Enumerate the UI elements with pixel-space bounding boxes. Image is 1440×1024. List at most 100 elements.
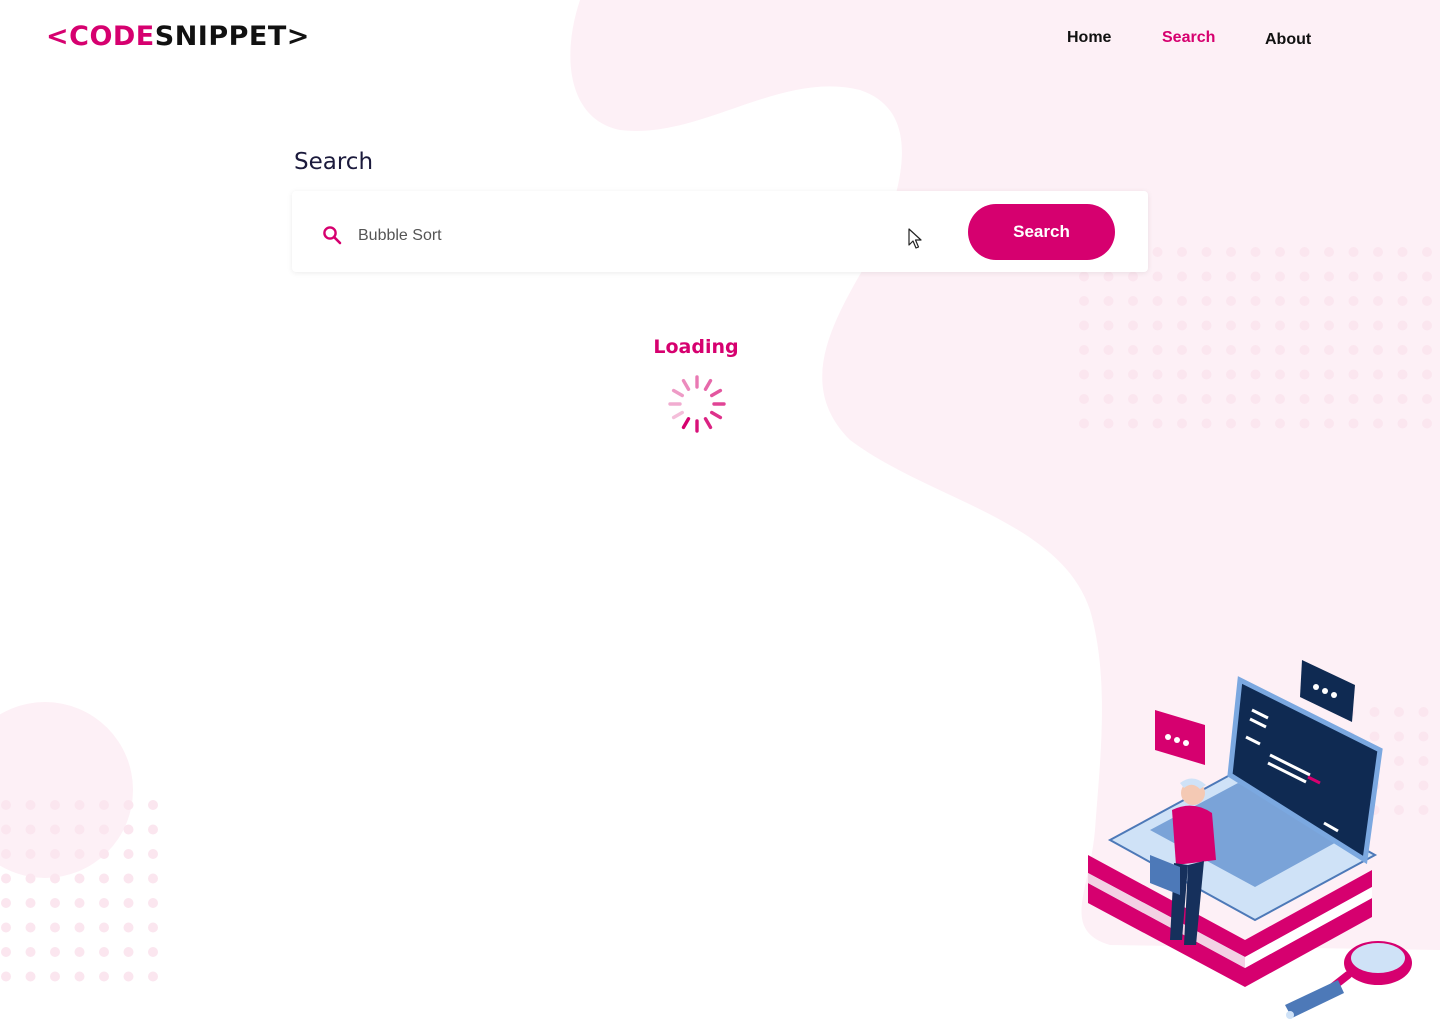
decor-dot xyxy=(1299,271,1310,282)
decor-dot xyxy=(25,873,36,884)
decor-dot xyxy=(25,971,36,982)
spinner-icon xyxy=(668,375,726,433)
decor-dot xyxy=(1275,296,1285,306)
decor-dot xyxy=(123,800,134,810)
decor-dot xyxy=(1324,296,1334,306)
decor-dot xyxy=(50,922,60,933)
decor-dot xyxy=(1348,320,1359,331)
decor-dot xyxy=(1324,271,1334,282)
top-nav: Home Search About xyxy=(0,26,1440,50)
decor-dot xyxy=(1152,369,1163,380)
decor-dot xyxy=(1373,369,1383,380)
decor-dot xyxy=(1299,418,1310,429)
decor-dot xyxy=(1422,345,1432,355)
decor-dot xyxy=(1201,320,1212,331)
decor-dot xyxy=(1348,296,1359,306)
decor-dot xyxy=(1177,296,1187,306)
decor-dot xyxy=(1348,271,1359,282)
decor-dot xyxy=(123,971,134,982)
decor-dot xyxy=(1201,369,1212,380)
decor-dot xyxy=(1152,247,1163,257)
nav-home[interactable]: Home xyxy=(1067,26,1111,50)
decor-dot xyxy=(1422,247,1432,257)
decor-dot xyxy=(1177,320,1187,331)
decor-dot xyxy=(1,898,11,908)
decor-dot xyxy=(1152,418,1163,429)
decor-dot xyxy=(1373,271,1383,282)
decor-dot xyxy=(1103,345,1114,355)
decor-dot xyxy=(1422,296,1432,306)
decor-dot xyxy=(1,849,11,859)
decor-dot xyxy=(1397,418,1408,429)
decor-dot xyxy=(148,971,158,982)
decor-dot xyxy=(1275,394,1285,404)
search-button[interactable]: Search xyxy=(968,204,1115,260)
decor-dot xyxy=(1422,394,1432,404)
decor-dot xyxy=(1226,271,1236,282)
decor-dot xyxy=(1128,369,1138,380)
decor-dot xyxy=(1201,296,1212,306)
decor-dot xyxy=(1299,320,1310,331)
decor-dot xyxy=(1128,320,1138,331)
decor-dot xyxy=(1324,345,1334,355)
decor-dot xyxy=(1250,394,1261,404)
decor-dot xyxy=(99,971,109,982)
decor-dot xyxy=(148,873,158,884)
decor-dot xyxy=(74,922,85,933)
decor-dot xyxy=(50,800,60,810)
search-input[interactable] xyxy=(356,220,900,252)
decor-dot xyxy=(1201,394,1212,404)
spinner-segment xyxy=(681,378,691,391)
decor-dot xyxy=(1373,418,1383,429)
decor-dot xyxy=(1397,247,1408,257)
decor-dot xyxy=(1226,320,1236,331)
decor-dot xyxy=(1397,394,1408,404)
decor-dot xyxy=(148,849,158,859)
decor-dot xyxy=(1079,320,1089,331)
decor-dot xyxy=(123,873,134,884)
decor-dot xyxy=(1397,320,1408,331)
spinner-segment xyxy=(671,388,684,398)
decor-dot xyxy=(1226,296,1236,306)
decor-dot xyxy=(1275,369,1285,380)
decor-dot xyxy=(1,873,11,884)
decor-dot xyxy=(1079,369,1089,380)
decor-dot xyxy=(25,947,36,957)
decor-dot xyxy=(1373,320,1383,331)
decor-dot xyxy=(25,898,36,908)
decor-dot xyxy=(99,873,109,884)
decor-dot xyxy=(1128,394,1138,404)
decor-dot xyxy=(1250,320,1261,331)
decor-dot xyxy=(1103,320,1114,331)
decor-dot xyxy=(74,971,85,982)
spinner-segment xyxy=(703,378,713,391)
decor-dot xyxy=(1226,247,1236,257)
decor-dot xyxy=(99,824,109,835)
decor-dot xyxy=(1079,394,1089,404)
nav-search[interactable]: Search xyxy=(1162,26,1215,50)
decor-dot xyxy=(1373,247,1383,257)
decor-dot xyxy=(74,849,85,859)
decor-dot xyxy=(1226,345,1236,355)
decor-dot xyxy=(1201,247,1212,257)
pencil-icon xyxy=(1285,980,1344,1018)
decor-dot xyxy=(1079,345,1089,355)
decor-dot xyxy=(1397,271,1408,282)
chat-bubble-icon xyxy=(1155,710,1205,765)
decor-dot xyxy=(50,873,60,884)
decor-dot xyxy=(50,824,60,835)
spinner-segment xyxy=(710,388,723,398)
decor-dot xyxy=(1250,418,1261,429)
decor-dot xyxy=(25,800,36,810)
decor-dot xyxy=(1177,345,1187,355)
background-circle xyxy=(0,702,133,878)
decor-dot xyxy=(1152,345,1163,355)
decor-dot xyxy=(1103,271,1114,282)
decor-dot xyxy=(1,800,11,810)
decor-dot xyxy=(1373,394,1383,404)
decor-dot xyxy=(1079,296,1089,306)
spinner-segment xyxy=(681,417,691,430)
decor-dot xyxy=(123,947,134,957)
decor-dot xyxy=(50,849,60,859)
nav-about[interactable]: About xyxy=(1265,28,1311,52)
